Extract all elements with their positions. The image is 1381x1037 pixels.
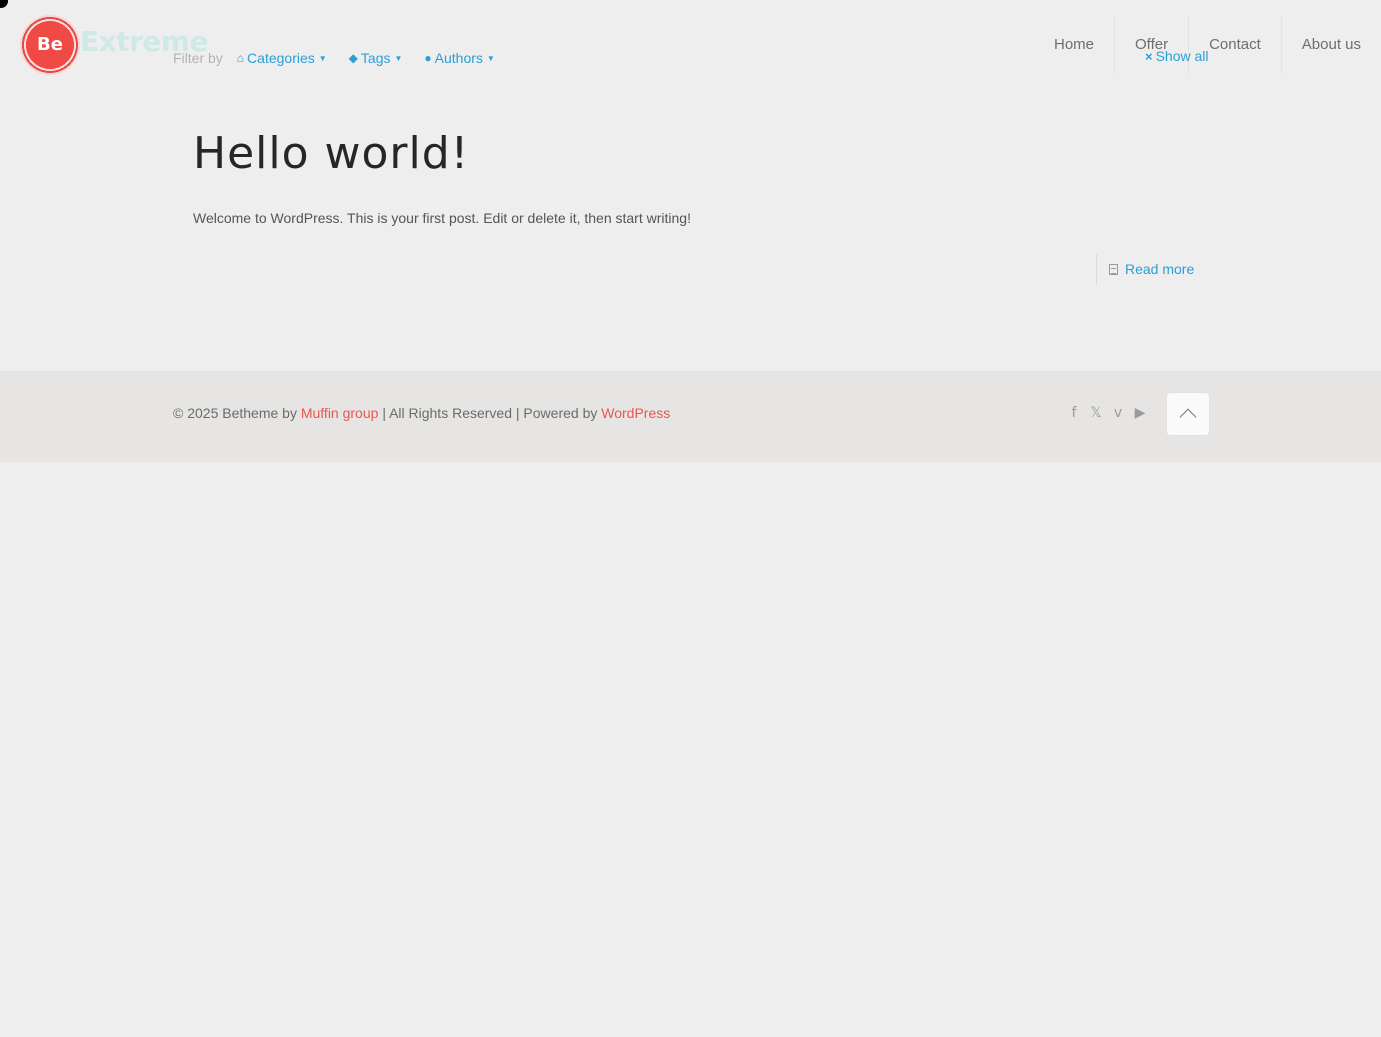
filter-bar: Filter by ⌂ Categories ▼ ◆ Tags ▼ ● Auth… [173, 48, 517, 68]
site-footer: © 2025 Betheme by Muffin group | All Rig… [0, 371, 1381, 462]
document-icon [1109, 263, 1118, 275]
wordpress-link[interactable]: WordPress [601, 405, 670, 421]
filter-authors-label: Authors [434, 50, 483, 66]
copyright-middle: | All Rights Reserved | Powered by [382, 405, 598, 421]
social-links: f 𝕏 v ▶ [1068, 405, 1146, 421]
x-icon[interactable]: 𝕏 [1090, 405, 1102, 421]
nav-item-about-us[interactable]: About us [1280, 16, 1381, 74]
filter-tags[interactable]: ◆ Tags ▼ [349, 50, 403, 66]
nav-item-contact[interactable]: Contact [1188, 16, 1281, 74]
post-title[interactable]: Hello world! [193, 128, 469, 179]
user-icon: ● [424, 51, 432, 65]
caret-down-icon: ▼ [394, 53, 403, 63]
footer-copyright: © 2025 Betheme by Muffin group | All Rig… [173, 405, 670, 421]
logo-badge: Be [18, 15, 82, 75]
site-logo[interactable]: Be Extreme [18, 15, 209, 77]
post-footer: Read more [1096, 254, 1194, 284]
filter-categories[interactable]: ⌂ Categories ▼ [237, 50, 327, 66]
chevron-up-icon [1179, 408, 1197, 426]
caret-down-icon: ▼ [318, 53, 327, 63]
nav-item-home[interactable]: Home [1034, 16, 1114, 74]
filter-categories-label: Categories [247, 50, 315, 66]
youtube-icon[interactable]: ▶ [1134, 405, 1146, 421]
nav-item-offer[interactable]: Offer [1114, 16, 1188, 74]
categories-icon: ⌂ [236, 51, 245, 65]
close-icon: × [1145, 49, 1153, 64]
show-all-label: Show all [1155, 48, 1209, 64]
show-all-link[interactable]: × Show all [1145, 48, 1209, 64]
post-excerpt: Welcome to WordPress. This is your first… [193, 210, 691, 226]
copyright-prefix: © 2025 Betheme by [173, 405, 297, 421]
muffin-group-link[interactable]: Muffin group [301, 405, 379, 421]
facebook-icon[interactable]: f [1068, 405, 1080, 421]
filter-authors[interactable]: ● Authors ▼ [424, 50, 494, 66]
caret-down-icon: ▼ [486, 53, 495, 63]
corner-dot [0, 0, 8, 8]
filter-label: Filter by [173, 50, 223, 66]
filter-tags-label: Tags [360, 50, 391, 66]
vimeo-icon[interactable]: v [1112, 405, 1124, 421]
back-to-top-button[interactable] [1167, 393, 1209, 435]
main-nav: Home Offer Contact About us [1034, 16, 1381, 74]
tag-icon: ◆ [348, 51, 358, 65]
read-more-link[interactable]: Read more [1125, 261, 1194, 277]
